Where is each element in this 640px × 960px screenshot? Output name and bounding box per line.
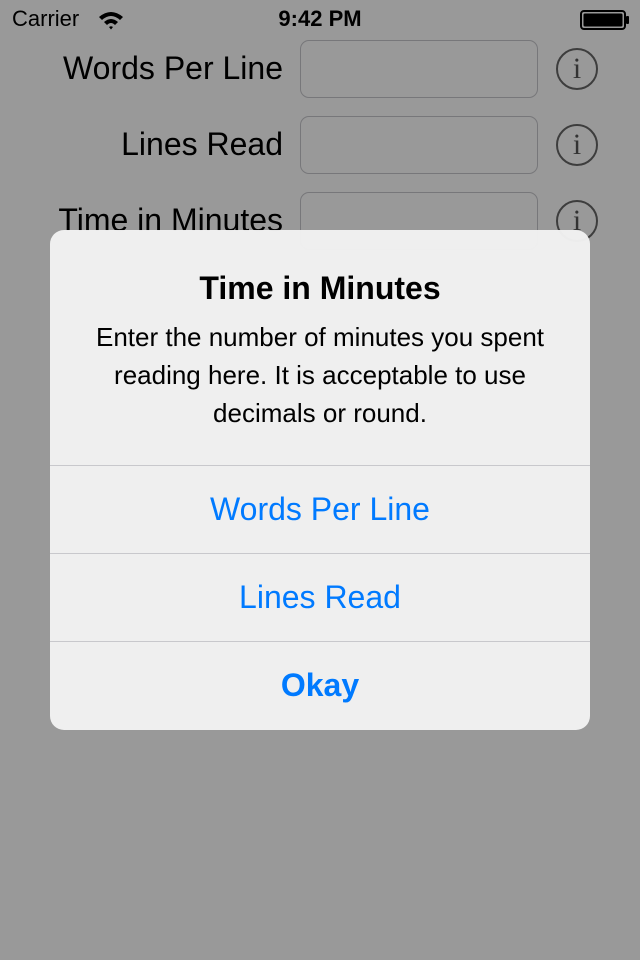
alert-header: Time in Minutes Enter the number of minu… xyxy=(50,230,590,465)
alert-dialog: Time in Minutes Enter the number of minu… xyxy=(50,230,590,730)
alert-message: Enter the number of minutes you spent re… xyxy=(95,322,545,428)
alert-title: Time in Minutes xyxy=(199,270,441,306)
okay-button[interactable]: Okay xyxy=(50,641,590,729)
lines-read-button[interactable]: Lines Read xyxy=(50,553,590,641)
words-per-line-button[interactable]: Words Per Line xyxy=(50,465,590,553)
